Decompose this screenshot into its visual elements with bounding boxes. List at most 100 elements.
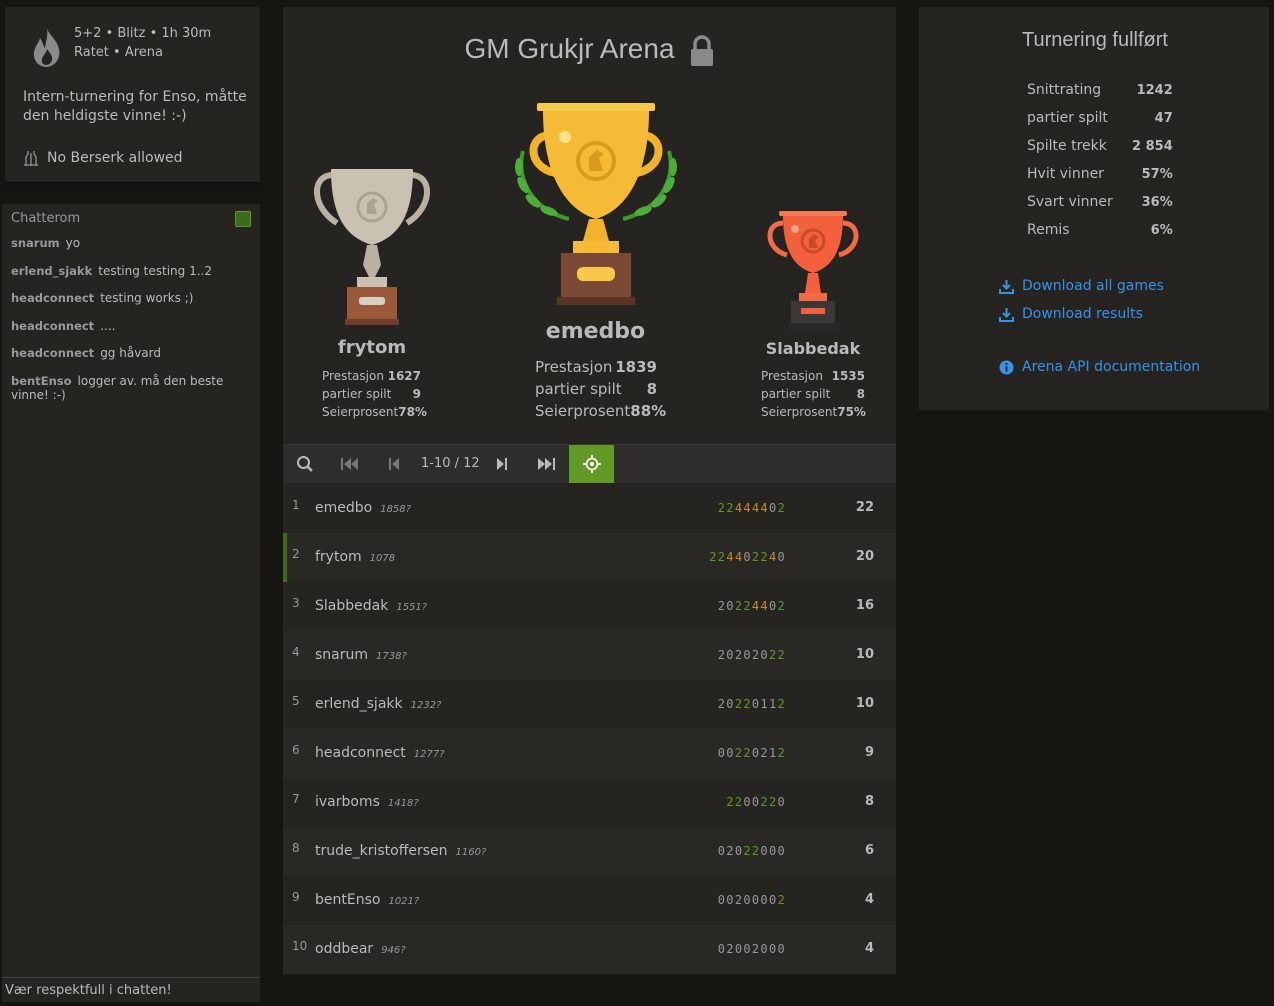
score-sheet: 02002000 [718,942,786,956]
stat-row: Snittrating 1242 [1027,76,1173,104]
stat-label: Svart vinner [1027,194,1113,210]
standings-row[interactable]: 6 headconnect 1277? 00220212 9 [283,729,896,778]
podium-first-name[interactable]: emedbo [523,319,668,344]
chat-username[interactable]: bentEnso [11,374,72,388]
standings-row[interactable]: 2 frytom 1078 224402240 20 [283,533,896,582]
player-name[interactable]: ivarboms 1418? [315,794,419,810]
game-score: 0 [726,697,735,711]
chat-username[interactable]: headconnect [11,291,94,305]
player-rating: 1078 [369,553,396,564]
game-score: 2 [777,893,786,907]
game-score: 2 [717,648,727,662]
download-all-games-link[interactable]: Download all games [999,278,1164,294]
score-sheet: 22444402 [718,501,786,515]
game-score: 0 [717,844,727,858]
games-value: 8 [646,380,657,398]
total-score: 8 [864,794,874,809]
next-page-button[interactable] [482,445,522,483]
win-value: 78% [398,405,427,419]
previous-page-button[interactable] [374,445,414,483]
rank: 3 [292,596,300,610]
player-rating: 1551? [396,602,428,613]
game-score: 2 [777,501,786,515]
silver-trophy-icon [314,169,430,325]
chat-lines: snarum yo erlend_sjakk testing testing 1..2… [11,236,257,415]
player-name[interactable]: emedbo 1858? [315,500,411,516]
rank: 8 [292,841,300,855]
arena-api-documentation-link[interactable]: Arena API documentation [999,359,1200,375]
berserk-notice: No Berserk allowed [23,149,183,167]
download-all-games-label: Download all games [1022,278,1164,294]
game-score: 0 [743,795,752,809]
game-score: 0 [726,893,735,907]
total-score: 22 [855,500,874,515]
win-value: 88% [630,402,667,420]
standings-row[interactable]: 4 snarum 1738? 20202022 10 [283,631,896,680]
win-label: Seierprosent [761,405,838,419]
rank: 5 [292,694,300,708]
search-player-button[interactable] [285,445,325,483]
player-rating: 1738? [376,651,407,662]
standings-row[interactable]: 9 bentEnso 1021? 00200002 4 [283,876,896,925]
game-score: 2 [717,599,727,613]
games-label: partier spilt [535,380,622,398]
first-page-icon [341,458,358,470]
download-icon [999,307,1014,322]
chat-username[interactable]: erlend_sjakk [11,264,92,278]
player-rating: 1232? [410,700,442,711]
chat-username[interactable]: headconnect [11,319,94,333]
player-name[interactable]: trude_kristoffersen 1160? [315,843,486,859]
player-name[interactable]: frytom 1078 [315,549,395,565]
chat-message: testing testing 1..2 [98,263,212,278]
player-name[interactable]: Slabbedak 1551? [315,598,427,614]
stat-label: partier spilt [1027,110,1108,126]
game-score: 4 [760,599,769,613]
first-page-button[interactable] [330,445,370,483]
performance-value: 1535 [831,369,865,383]
jump-to-me-button[interactable] [569,445,614,483]
player-name[interactable]: bentEnso 1021? [315,892,419,908]
chat-toggle-checkbox[interactable] [235,211,251,227]
game-score: 0 [760,648,769,662]
stat-label: Remis [1027,222,1070,238]
player-rating: 946? [381,945,406,956]
player-name[interactable]: erlend_sjakk 1232? [315,696,441,712]
player-name[interactable]: snarum 1738? [315,647,407,663]
standings-row[interactable]: 5 erlend_sjakk 1232? 20220112 10 [283,680,896,729]
performance-value: 1839 [615,358,657,376]
game-score: 0 [717,893,727,907]
standings-row[interactable]: 7 ivarboms 1418? 2200220 8 [283,778,896,827]
no-berserk-icon [24,151,38,166]
standings-table: 1 emedbo 1858? 22444402 22 2 frytom 1078 2244022… [283,484,896,974]
bronze-trophy-icon [767,211,859,329]
podium-third-name[interactable]: Slabbedak [743,339,883,358]
standings-row[interactable]: 8 trude_kristoffersen 1160? 02022000 6 [283,827,896,876]
standings-row[interactable]: 3 Slabbedak 1551? 20224402 16 [283,582,896,631]
last-page-button[interactable] [526,445,566,483]
score-sheet: 00220212 [718,746,786,760]
score-sheet: 02022000 [718,844,786,858]
chat-username[interactable]: headconnect [11,346,94,360]
info-icon [999,360,1014,374]
podium-second-name[interactable]: frytom [303,337,441,358]
total-score: 16 [855,598,874,613]
game-score: 2 [777,746,786,760]
stats-title: Turnering fullført [1022,29,1168,51]
stat-row: Spilte trekk 2 854 [1027,132,1173,160]
stat-row: Svart vinner 36% [1027,188,1173,216]
chat-username[interactable]: snarum [11,236,60,250]
game-score: 2 [743,697,752,711]
standings-row[interactable]: 1 emedbo 1858? 22444402 22 [283,484,896,533]
stat-row: Remis 6% [1027,216,1173,244]
standings-row[interactable]: 10 oddbear 946? 02002000 4 [283,925,896,974]
player-rating: 1277? [413,749,445,760]
game-score: 0 [777,942,786,956]
total-score: 10 [855,647,874,662]
stat-value: 6% [1150,222,1173,238]
download-results-link[interactable]: Download results [999,306,1143,322]
chat-input[interactable]: Vær respektfull i chatten! [2,977,260,1002]
player-name[interactable]: oddbear 946? [315,941,406,957]
player-name[interactable]: headconnect 1277? [315,745,445,761]
score-sheet: 20224402 [718,599,786,613]
score-sheet: 2200220 [726,795,786,809]
